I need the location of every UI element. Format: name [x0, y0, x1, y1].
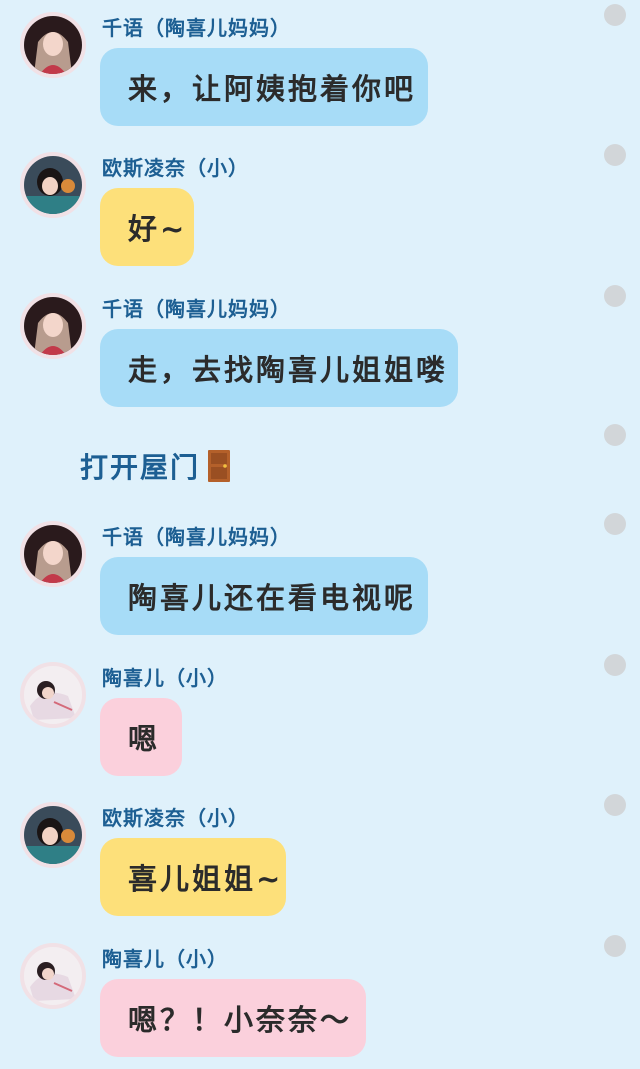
- door-icon: [206, 449, 232, 483]
- chat-transcript: 千语（陶喜儿妈妈） 来，让阿姨抱着你吧 欧斯凌奈（小） 好~ 千语（陶喜儿妈妈）…: [0, 0, 640, 1069]
- taoxier-avatar[interactable]: [20, 662, 86, 728]
- taoxier-avatar[interactable]: [20, 943, 86, 1009]
- select-dot[interactable]: [604, 935, 626, 957]
- select-dot[interactable]: [604, 794, 626, 816]
- sender-name: 欧斯凌奈（小）: [102, 806, 249, 830]
- sender-name: 陶喜儿（小）: [102, 947, 228, 971]
- message-bubble[interactable]: 走，去找陶喜儿姐姐喽: [100, 329, 458, 407]
- select-dot[interactable]: [604, 144, 626, 166]
- ousi-avatar[interactable]: [20, 802, 86, 868]
- message-bubble[interactable]: 嗯: [100, 698, 182, 776]
- message-bubble[interactable]: 陶喜儿还在看电视呢: [100, 557, 428, 635]
- sender-name: 陶喜儿（小）: [102, 666, 228, 690]
- qianyu-avatar[interactable]: [20, 521, 86, 587]
- sender-name: 千语（陶喜儿妈妈）: [102, 297, 291, 321]
- qianyu-avatar[interactable]: [20, 12, 86, 78]
- qianyu-avatar[interactable]: [20, 293, 86, 359]
- select-dot[interactable]: [604, 513, 626, 535]
- narration-text: 打开屋门: [80, 451, 201, 484]
- message-bubble[interactable]: 喜儿姐姐~: [100, 838, 286, 916]
- message-bubble[interactable]: 来，让阿姨抱着你吧: [100, 48, 428, 126]
- sender-name: 千语（陶喜儿妈妈）: [102, 16, 291, 40]
- select-dot[interactable]: [604, 285, 626, 307]
- sender-name: 千语（陶喜儿妈妈）: [102, 525, 291, 549]
- select-dot[interactable]: [604, 4, 626, 26]
- message-bubble[interactable]: 嗯？！小奈奈～: [100, 979, 366, 1057]
- select-dot[interactable]: [604, 654, 626, 676]
- message-bubble[interactable]: 好~: [100, 188, 194, 266]
- narration-line: 打开屋门: [80, 446, 232, 486]
- sender-name: 欧斯凌奈（小）: [102, 156, 249, 180]
- ousi-avatar[interactable]: [20, 152, 86, 218]
- select-dot[interactable]: [604, 424, 626, 446]
